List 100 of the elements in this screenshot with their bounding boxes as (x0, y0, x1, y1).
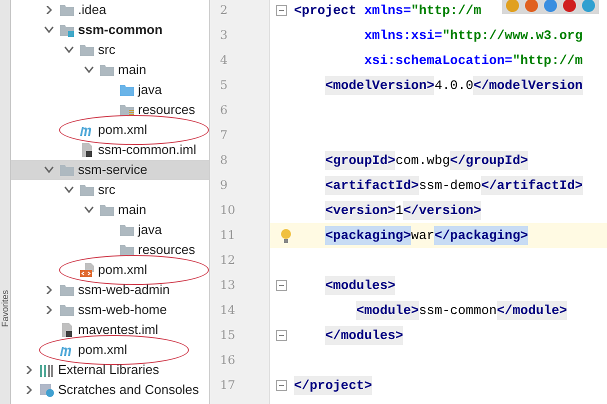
line-number: 8 (219, 152, 229, 169)
attribute-value: "http://www.w3.org (442, 26, 583, 45)
item-label: java (138, 221, 162, 240)
line-number: 17 (219, 377, 236, 394)
folder-icon (119, 243, 135, 257)
folder-icon (99, 63, 115, 77)
item-label: resources (138, 101, 196, 120)
tree-item[interactable]: Scratches and Consoles (11, 380, 209, 400)
scratches-icon (39, 383, 55, 397)
item-label: .idea (78, 1, 106, 20)
module-file-icon (59, 323, 75, 337)
tree-item[interactable]: ssm-common (11, 20, 209, 40)
item-label: ssm-service (78, 161, 148, 180)
libraries-icon (39, 363, 55, 377)
item-label: java (138, 81, 162, 100)
xml-tag: <modules> (325, 276, 396, 296)
line-number: 4 (219, 52, 229, 69)
item-label: Scratches and Consoles (58, 381, 199, 400)
browser-icon[interactable] (563, 0, 576, 12)
folder-icon (119, 223, 135, 237)
fold-icon[interactable] (276, 380, 287, 391)
tree-item[interactable]: pom.xml (11, 260, 209, 280)
line-number: 5 (219, 77, 229, 94)
xml-tag: </packaging> (434, 226, 528, 246)
code-text: ssm-demo (418, 176, 482, 195)
fold-icon[interactable] (276, 5, 287, 16)
folder-icon (99, 203, 115, 217)
tree-item[interactable]: ssm-service (11, 160, 209, 180)
lightbulb-icon[interactable] (280, 228, 292, 244)
line-number: 12 (219, 252, 236, 269)
item-label: pom.xml (98, 121, 148, 140)
tree-item[interactable]: External Libraries (11, 360, 209, 380)
attribute-name: xsi:schemaLocation= (364, 52, 512, 70)
tree-item[interactable]: resources (11, 240, 209, 260)
xml-tag: </groupId> (450, 150, 528, 170)
tree-item[interactable]: pom.xml (11, 120, 209, 140)
xml-tag: </modelVersion (473, 76, 583, 96)
tree-item[interactable]: src (11, 40, 209, 60)
tree-item[interactable]: pom.xml (11, 340, 209, 360)
tree-item[interactable]: main (11, 60, 209, 80)
line-number: 11 (219, 227, 236, 244)
tree-item[interactable]: ssm-web-home (11, 300, 209, 320)
tree-item[interactable]: main (11, 200, 209, 220)
item-label: main (118, 61, 146, 80)
line-number: 3 (219, 27, 229, 44)
folder-icon (59, 3, 75, 17)
xml-tag: <packaging> (325, 226, 412, 246)
xml-tag: <modelVersion> (325, 76, 434, 96)
browser-icon[interactable] (544, 0, 557, 12)
code-text: ssm-common (418, 302, 497, 320)
xml-tag: <version> (325, 200, 396, 220)
item-label: pom.xml (78, 341, 128, 360)
source-folder-icon (119, 83, 135, 97)
tree-item[interactable]: ssm-common.iml (11, 140, 209, 160)
tree-item[interactable]: .idea (11, 0, 209, 20)
tree-item[interactable]: resources (11, 100, 209, 120)
xml-tag: <artifactId> (325, 176, 419, 196)
attribute-value: "http://m (512, 52, 583, 70)
tool-window-tab[interactable]: Favorites (0, 290, 10, 328)
xml-tag: </module> (496, 300, 568, 320)
folder-icon (59, 163, 75, 177)
resources-folder-icon (119, 103, 135, 117)
attribute-name: xmlns:xsi= (364, 26, 442, 45)
item-label: ssm-common (78, 21, 163, 40)
module-file-icon (79, 143, 95, 157)
line-number: 14 (219, 302, 236, 319)
xml-tag: </artifactId> (481, 176, 583, 196)
fold-icon[interactable] (276, 330, 287, 341)
item-label: ssm-web-home (78, 301, 167, 320)
item-label: ssm-web-admin (78, 281, 170, 300)
code-text: com.wbg (395, 152, 450, 170)
item-label: ssm-common.iml (98, 141, 196, 160)
attribute-name: xmlns= (364, 2, 412, 20)
browser-icon[interactable] (525, 0, 538, 12)
line-number: 15 (219, 327, 236, 344)
tree-item[interactable]: java (11, 220, 209, 240)
xml-tag: <project (294, 0, 364, 20)
item-label: pom.xml (98, 261, 148, 280)
module-folder-icon (59, 23, 75, 37)
xml-tag: </modules> (325, 326, 404, 346)
xml-tag: <module> (356, 300, 419, 320)
item-label: maventest.iml (78, 321, 158, 340)
fold-icon[interactable] (276, 280, 287, 291)
item-label: src (98, 41, 116, 60)
item-label: src (98, 181, 116, 200)
xml-tag: </version> (403, 200, 482, 220)
tree-item[interactable]: java (11, 80, 209, 100)
xml-tag: </project> (294, 376, 372, 396)
tree-item[interactable]: maventest.iml (11, 320, 209, 340)
folder-icon (59, 303, 75, 317)
line-number: 9 (219, 177, 229, 194)
line-number: 10 (219, 202, 236, 219)
tree-item[interactable]: src (11, 180, 209, 200)
browser-icon[interactable] (582, 0, 595, 12)
line-number: 6 (219, 102, 229, 119)
line-number: 7 (219, 127, 229, 144)
code-text: 4.0.0 (434, 76, 474, 95)
line-number: 13 (219, 277, 236, 294)
tree-item[interactable]: ssm-web-admin (11, 280, 209, 300)
attribute-value: "http://m (411, 2, 482, 20)
